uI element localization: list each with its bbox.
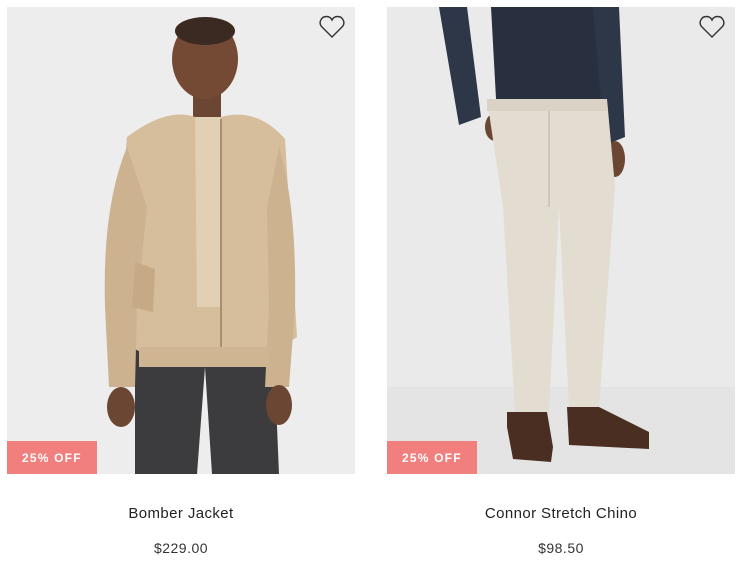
product-card-connor-stretch-chino[interactable]: 25% OFF Connor Stretch Chino $98.50 (387, 7, 735, 556)
product-card-bomber-jacket[interactable]: 25% OFF Bomber Jacket $229.00 (7, 7, 355, 556)
heart-outline-icon[interactable] (319, 15, 345, 39)
product-price: $98.50 (538, 540, 584, 556)
product-photo (7, 7, 355, 474)
product-image-bomber-jacket[interactable]: 25% OFF (7, 7, 355, 474)
product-name[interactable]: Bomber Jacket (7, 505, 355, 522)
product-name[interactable]: Connor Stretch Chino (387, 505, 735, 522)
product-photo (387, 7, 735, 474)
discount-badge: 25% OFF (387, 441, 477, 474)
product-image-connor-stretch-chino[interactable]: 25% OFF (387, 7, 735, 474)
heart-outline-icon[interactable] (699, 15, 725, 39)
product-price: $229.00 (153, 540, 209, 556)
discount-badge: 25% OFF (7, 441, 97, 474)
